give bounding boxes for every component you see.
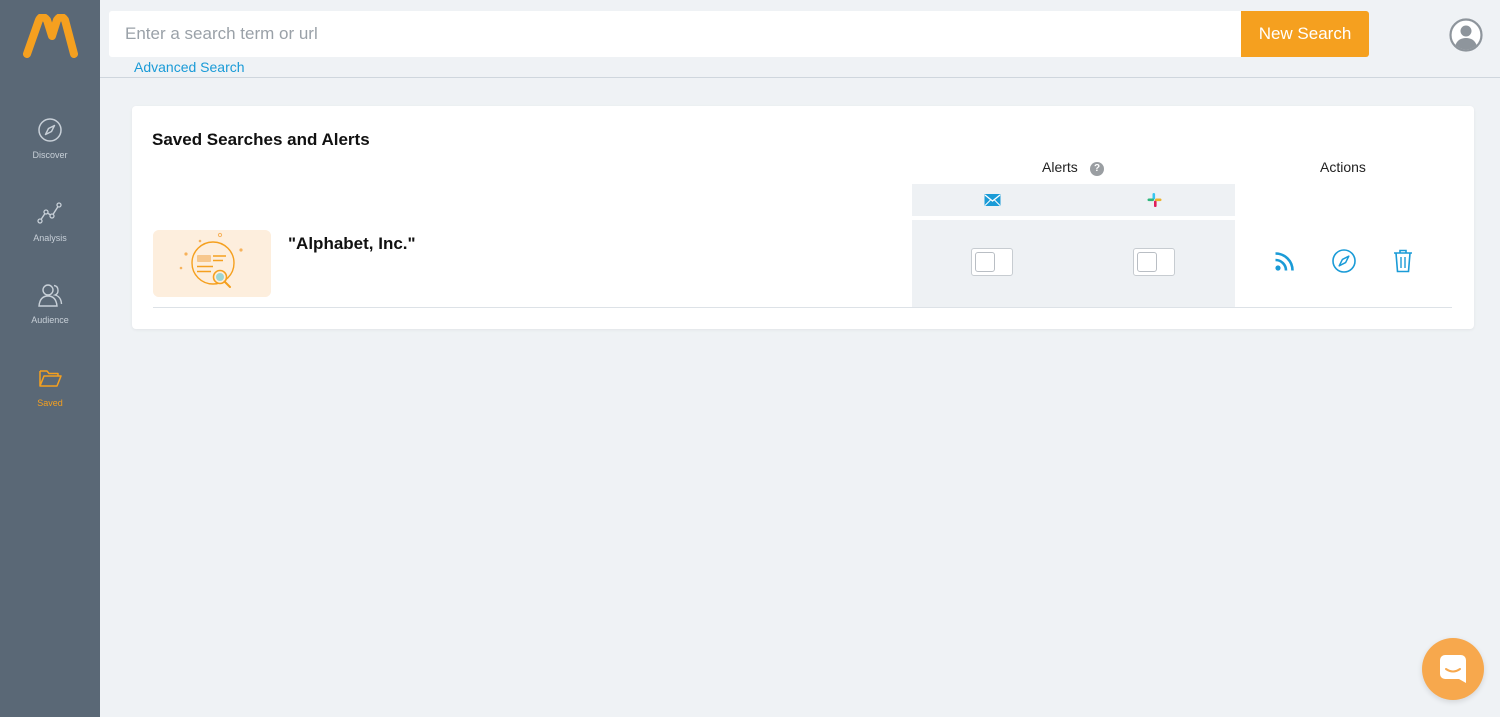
new-search-button[interactable]: New Search xyxy=(1241,11,1369,57)
user-avatar-icon[interactable] xyxy=(1449,18,1483,52)
email-alert-toggle[interactable] xyxy=(971,248,1013,276)
sidebar-item-saved[interactable]: Saved xyxy=(0,365,100,435)
chat-bubble-icon xyxy=(1440,655,1466,683)
saved-search-illustration-icon xyxy=(153,230,271,297)
card-title: Saved Searches and Alerts xyxy=(152,130,370,149)
sidebar-item-analysis[interactable]: Analysis xyxy=(0,200,100,270)
search-input[interactable] xyxy=(109,11,1241,57)
analysis-graph-icon xyxy=(37,202,62,224)
search-box xyxy=(109,11,1241,57)
sidebar-item-label: Analysis xyxy=(33,233,67,243)
alert-toggles xyxy=(912,220,1235,307)
slack-alert-toggle[interactable] xyxy=(1133,248,1175,276)
chat-launcher-button[interactable] xyxy=(1422,638,1484,700)
toggle-knob xyxy=(1137,252,1157,272)
alert-channels-header xyxy=(912,184,1235,216)
saved-search-title[interactable]: "Alphabet, Inc." xyxy=(288,234,416,254)
compass-icon[interactable] xyxy=(1331,248,1357,274)
sidebar-item-discover[interactable]: Discover xyxy=(0,117,100,187)
folder-icon xyxy=(39,370,62,387)
email-icon xyxy=(984,194,1001,206)
top-bar: New Search Advanced Search xyxy=(100,0,1500,78)
compass-icon xyxy=(38,118,62,142)
brand-logo-icon[interactable] xyxy=(22,14,78,58)
slack-icon xyxy=(1147,193,1162,207)
trash-icon[interactable] xyxy=(1390,248,1416,274)
advanced-search-link[interactable]: Advanced Search xyxy=(134,59,245,75)
row-divider xyxy=(153,307,1452,308)
toggle-knob xyxy=(975,252,995,272)
actions-column-header: Actions xyxy=(1320,159,1366,175)
help-icon[interactable]: ? xyxy=(1090,162,1104,176)
saved-searches-card: Saved Searches and Alerts Alerts ? Actio… xyxy=(132,106,1474,329)
audience-people-icon xyxy=(38,284,63,307)
sidebar-item-label: Saved xyxy=(37,398,63,408)
alerts-column-header: Alerts xyxy=(1042,159,1078,175)
rss-feed-icon[interactable] xyxy=(1272,248,1298,274)
sidebar-item-label: Audience xyxy=(31,315,69,325)
sidebar-item-label: Discover xyxy=(32,150,68,160)
sidebar-item-audience[interactable]: Audience xyxy=(0,282,100,352)
sidebar: Discover Analysis Audience Saved xyxy=(0,0,100,717)
